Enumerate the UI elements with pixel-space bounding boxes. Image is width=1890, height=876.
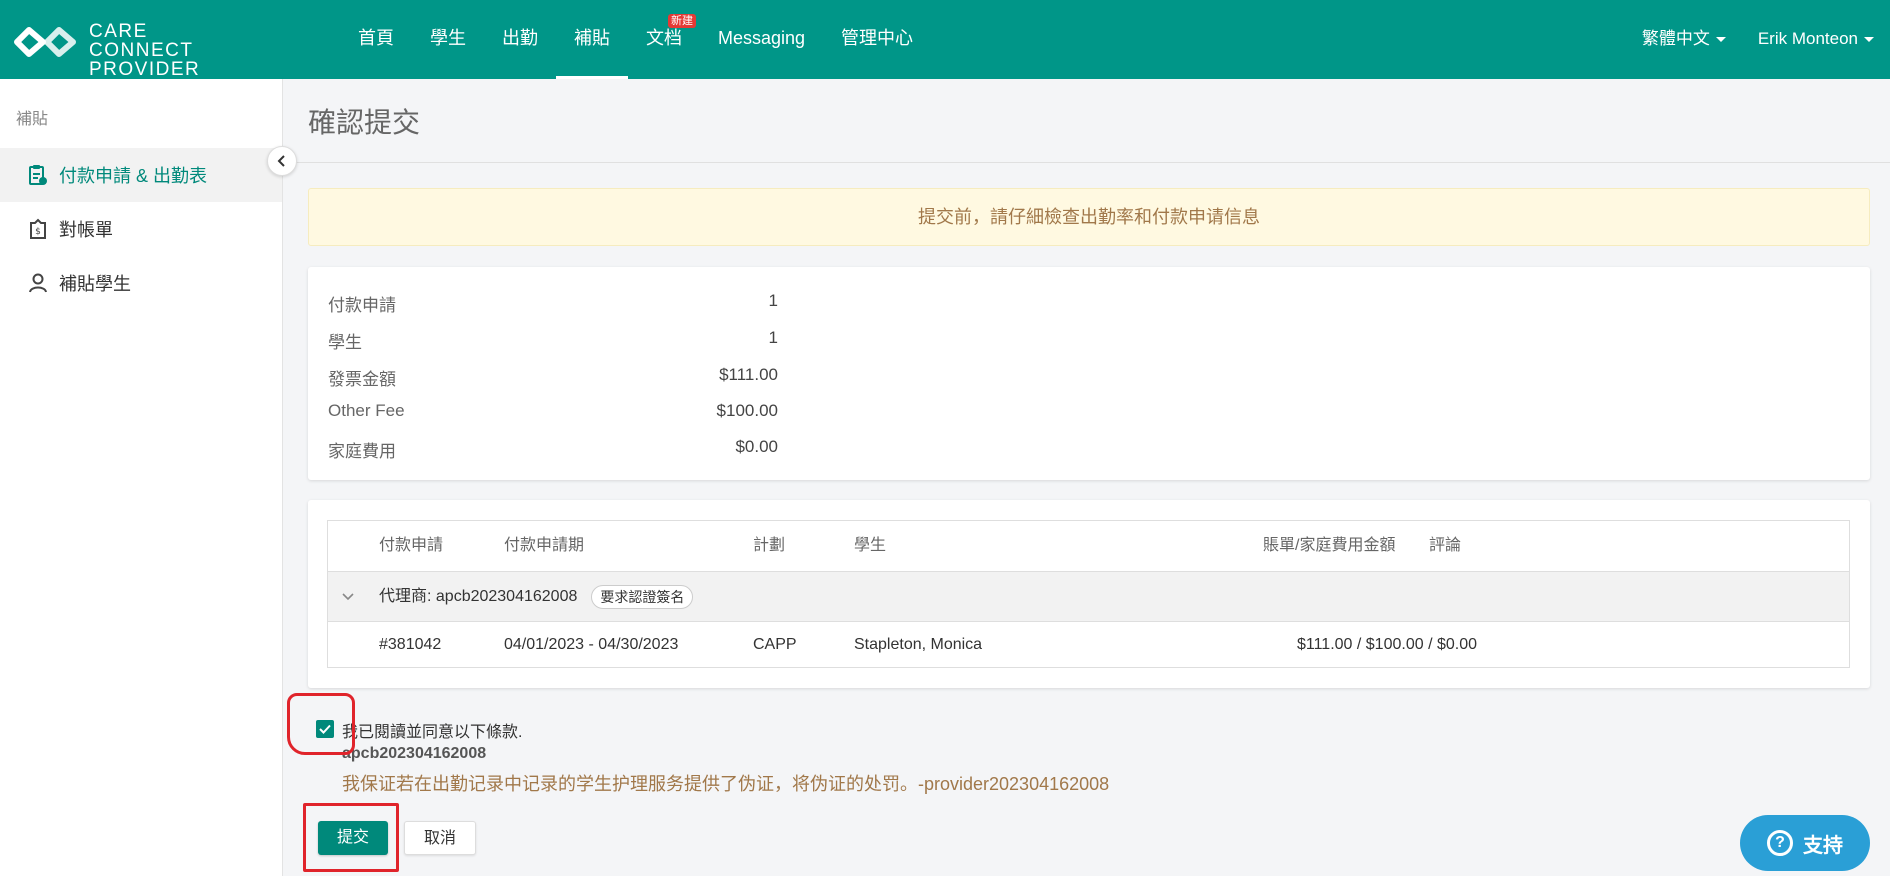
payment-table-card: 付款申請 付款申請期 計劃 學生 賬單/家庭費用金額 評論 代理商: apcb2… — [308, 500, 1870, 688]
summary-value: $100.00 — [716, 401, 778, 420]
caret-down-icon — [1715, 37, 1726, 43]
summary-row: Other Fee $100.00 — [328, 401, 778, 431]
nav-item-attendance[interactable]: 出勤 — [484, 0, 556, 79]
brand-line-2: CONNECT PROVIDER — [89, 40, 201, 80]
support-button[interactable]: ? 支持 — [1740, 815, 1870, 871]
nav-item-subsidy[interactable]: 補貼 — [556, 0, 628, 79]
submit-button[interactable]: 提交 — [318, 821, 388, 855]
column-header-student: 學生 — [854, 537, 887, 554]
sidebar: 補貼 付款申請 & 出勤表 $ 對帳單 補貼學生 — [0, 79, 283, 876]
brand-logo[interactable]: CARE CONNECT PROVIDER — [13, 22, 303, 79]
user-name: Erik Monteon — [1757, 29, 1858, 48]
nav-item-documents[interactable]: 文档 新建 — [628, 0, 700, 79]
page-header: 確認提交 — [284, 79, 1890, 163]
column-header-comment: 評論 — [1429, 537, 1462, 554]
agree-code: apcb202304162008 — [342, 745, 487, 762]
nav-item-messaging[interactable]: Messaging — [700, 0, 823, 79]
chevron-left-icon — [277, 155, 285, 167]
summary-value: $111.00 — [719, 365, 778, 384]
sidebar-section-title: 補貼 — [16, 111, 49, 128]
cell-request: #381042 — [379, 636, 442, 653]
language-dropdown[interactable]: 繁體中文 — [1626, 0, 1742, 79]
support-label: 支持 — [1803, 834, 1843, 857]
summary-value: 1 — [768, 328, 778, 347]
user-dropdown[interactable]: Erik Monteon — [1742, 0, 1890, 79]
new-badge: 新建 — [668, 14, 696, 28]
signature-required-badge: 要求認證簽名 — [591, 584, 694, 609]
language-label: 繁體中文 — [1641, 29, 1710, 48]
nav-item-home[interactable]: 首頁 — [340, 0, 412, 79]
caret-down-icon — [1864, 37, 1874, 43]
warning-alert: 提交前，請仔細檢查出勤率和付款申请信息 — [308, 188, 1870, 246]
question-icon: ? — [1767, 830, 1793, 856]
nav-item-documents-label: 文档 — [646, 28, 682, 48]
group-agency: 代理商: apcb202304162008 要求認證簽名 — [379, 572, 694, 622]
main-nav: 首頁 學生 出勤 補貼 文档 新建 Messaging 管理中心 — [340, 0, 931, 79]
column-header-amount: 賬單/家庭費用金額 — [1263, 537, 1396, 554]
summary-row: 發票金額 $111.00 — [328, 365, 778, 395]
chevron-down-icon[interactable] — [341, 572, 355, 622]
summary-label: 發票金額 — [328, 370, 396, 389]
payment-table: 付款申請 付款申請期 計劃 學生 賬單/家庭費用金額 評論 代理商: apcb2… — [327, 520, 1850, 668]
summary-row: 學生 1 — [328, 328, 778, 358]
statement-icon: $ — [26, 217, 50, 241]
agree-terms: 我保证若在出勤记录中记录的学生护理服务提供了伪证，将伪证的处罚。-provide… — [342, 774, 1110, 794]
group-agency-label: 代理商: apcb202304162008 — [379, 588, 578, 605]
logo-icon — [14, 27, 76, 57]
nav-item-admin[interactable]: 管理中心 — [823, 0, 931, 79]
cell-period: 04/01/2023 - 04/30/2023 — [504, 636, 679, 653]
summary-label: 家庭費用 — [328, 442, 396, 461]
sidebar-item-payment-requests[interactable]: 付款申請 & 出勤表 — [0, 148, 282, 202]
summary-value: $0.00 — [735, 437, 778, 456]
clipboard-icon — [26, 163, 50, 187]
table-group-row[interactable]: 代理商: apcb202304162008 要求認證簽名 — [328, 572, 1849, 622]
sidebar-item-subsidy-students[interactable]: 補貼學生 — [0, 256, 282, 310]
column-header-request: 付款申請 — [379, 537, 444, 554]
brand-name: CARE CONNECT PROVIDER — [89, 22, 303, 79]
sidebar-item-statements[interactable]: $ 對帳單 — [0, 202, 282, 256]
cell-amount: $111.00 / $100.00 / $0.00 — [1296, 636, 1477, 653]
agree-label: 我已閱讀並同意以下條款. — [342, 724, 523, 741]
column-header-period: 付款申請期 — [504, 537, 585, 554]
table-header-row: 付款申請 付款申請期 計劃 學生 賬單/家庭費用金額 評論 — [328, 521, 1849, 572]
summary-label: 付款申請 — [328, 296, 396, 315]
cell-student: Stapleton, Monica — [854, 636, 983, 653]
summary-row: 付款申請 1 — [328, 291, 778, 321]
sidebar-item-label: 付款申請 & 出勤表 — [59, 166, 208, 186]
summary-label: Other Fee — [328, 401, 405, 420]
summary-card: 付款申請 1 學生 1 發票金額 $111.00 Other Fee $100.… — [308, 267, 1870, 480]
top-navbar: CARE CONNECT PROVIDER 首頁 學生 出勤 補貼 文档 新建 … — [0, 0, 1890, 79]
person-icon — [26, 271, 50, 295]
cancel-button[interactable]: 取消 — [404, 821, 476, 855]
sidebar-item-label: 對帳單 — [59, 220, 113, 240]
brand-line-1: CARE — [89, 21, 148, 42]
page-title: 確認提交 — [308, 107, 421, 138]
summary-row: 家庭費用 $0.00 — [328, 437, 778, 467]
table-row[interactable]: #381042 04/01/2023 - 04/30/2023 CAPP Sta… — [328, 622, 1849, 669]
sidebar-item-label: 補貼學生 — [59, 274, 131, 294]
nav-right: 繁體中文 Erik Monteon — [1626, 0, 1890, 79]
sidebar-collapse-button[interactable] — [267, 146, 297, 176]
checkbox-highlight — [287, 693, 355, 755]
svg-text:$: $ — [35, 227, 41, 237]
summary-label: 學生 — [328, 333, 362, 352]
column-header-plan: 計劃 — [753, 537, 786, 554]
cell-plan: CAPP — [753, 636, 797, 653]
nav-item-students[interactable]: 學生 — [412, 0, 484, 79]
summary-value: 1 — [768, 291, 778, 310]
